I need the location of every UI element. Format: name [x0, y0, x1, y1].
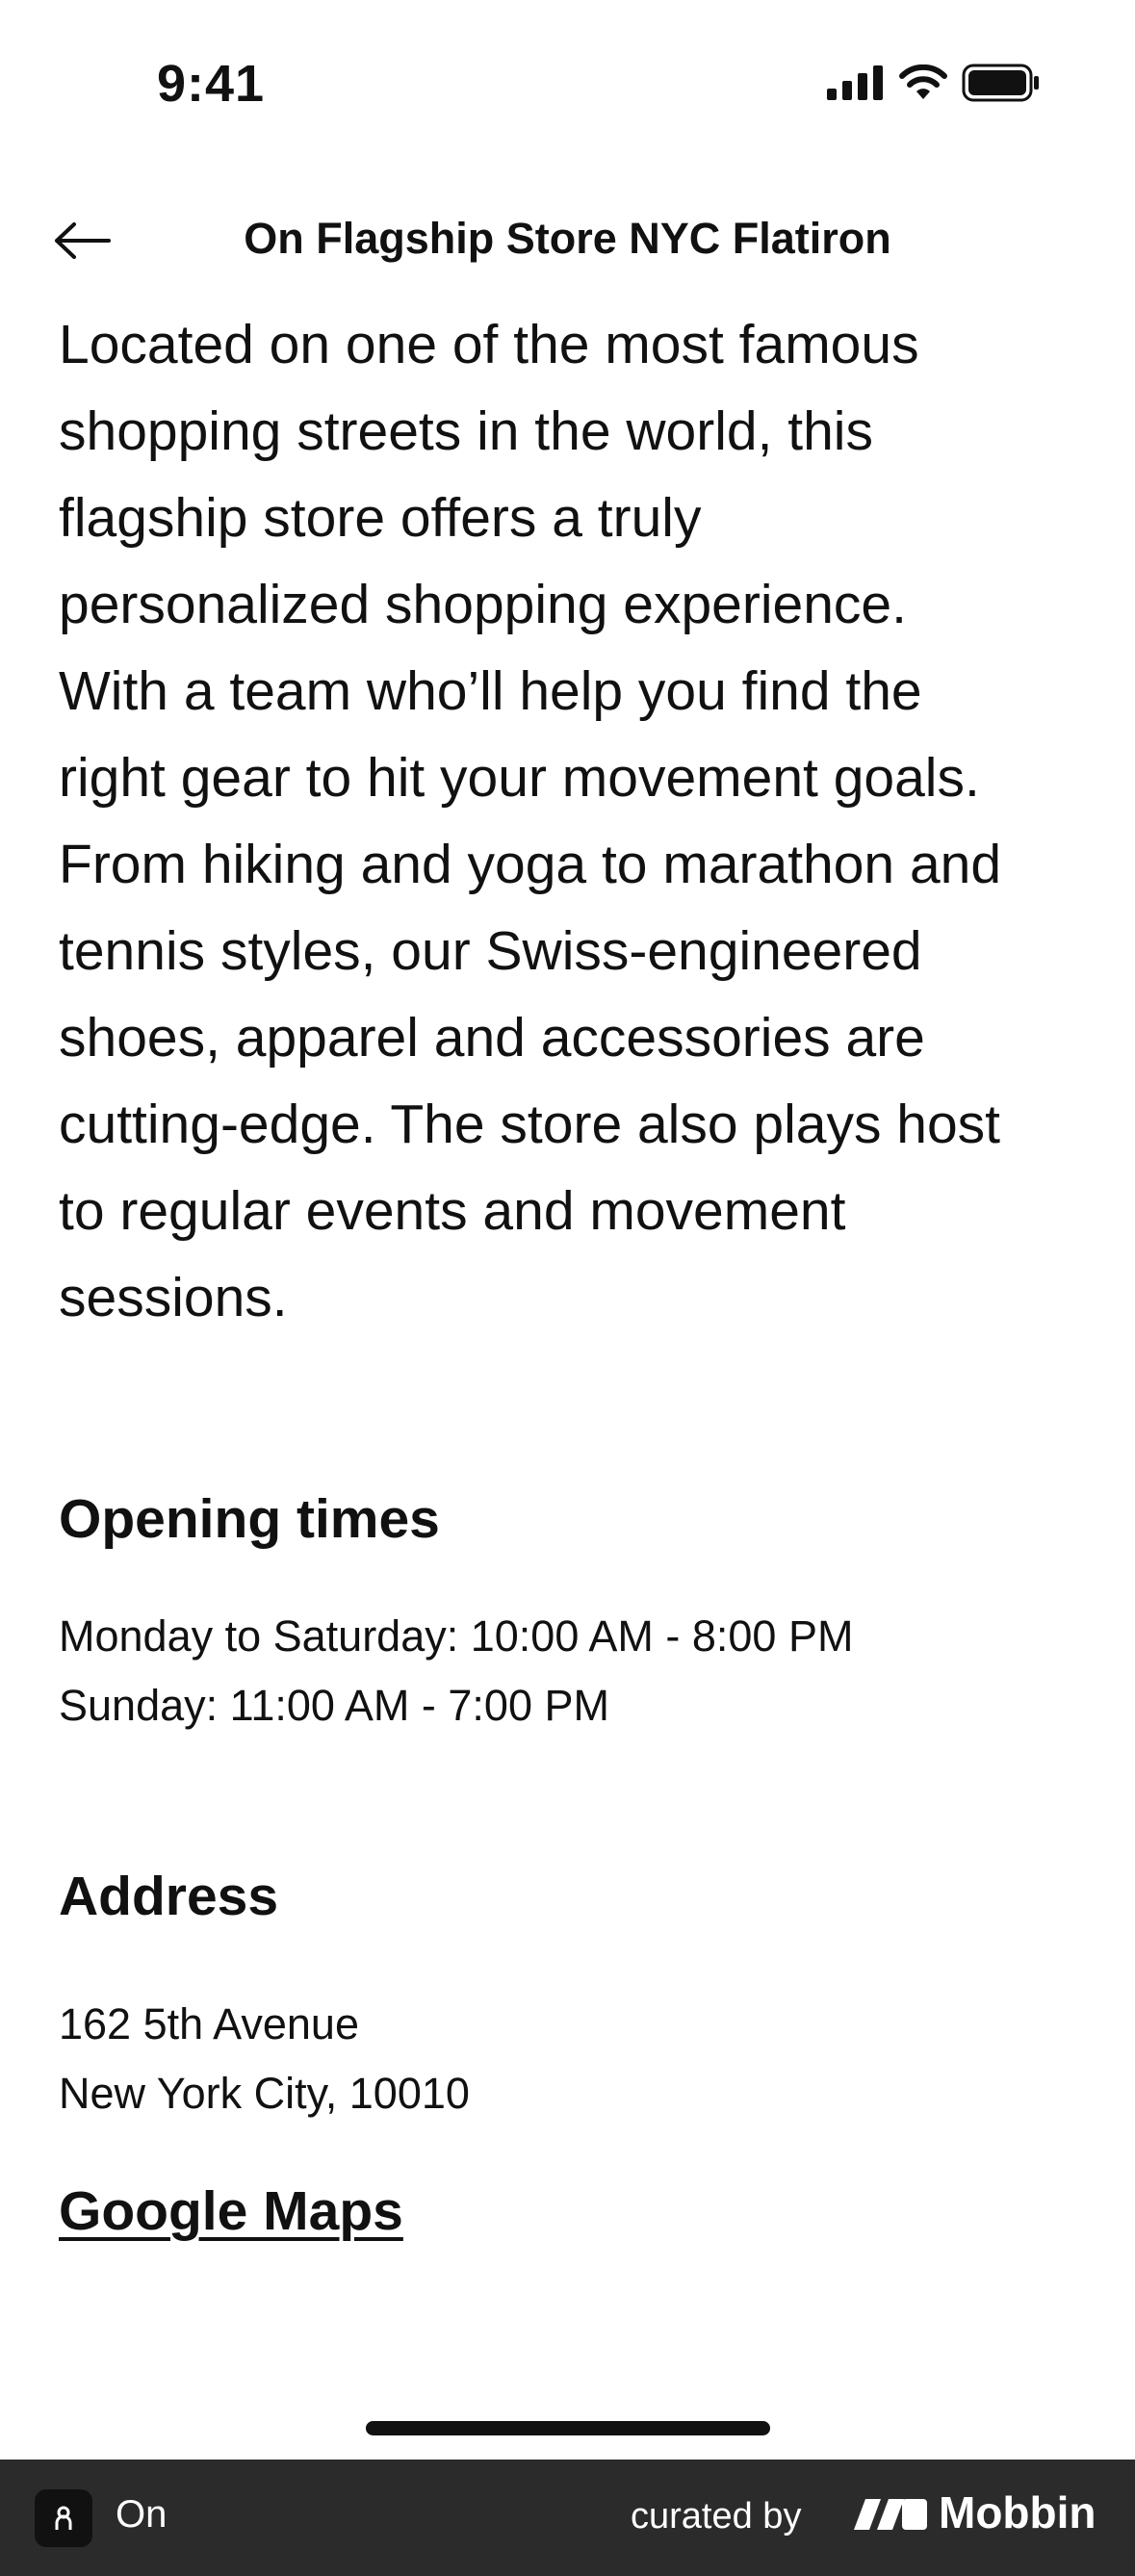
description-line: shopping streets in the world, this — [59, 400, 873, 462]
description-line: sessions. — [59, 1267, 288, 1328]
description-line: cutting-edge. The store also plays host — [59, 1094, 1001, 1155]
description-line: With a team who’ll help you find the — [59, 660, 922, 722]
signal-icon — [827, 65, 885, 100]
opening-times-heading: Opening times — [59, 1488, 440, 1550]
app-name: On — [116, 2493, 168, 2536]
description-line: tennis styles, our Swiss-engineered — [59, 920, 922, 982]
address-line: 162 5th Avenue — [59, 1999, 359, 2048]
description-line: Located on one of the most famous — [59, 314, 919, 375]
curated-by-label: curated by — [631, 2496, 802, 2537]
battery-icon — [962, 64, 1041, 102]
store-description: Located on one of the most famous shoppi… — [59, 301, 1076, 1341]
address-heading: Address — [59, 1866, 279, 1927]
on-app-icon — [35, 2489, 92, 2547]
description-line: shoes, apparel and accessories are — [59, 1007, 925, 1069]
top-nav: On Flagship Store NYC Flatiron — [0, 193, 1135, 289]
address-line: New York City, 10010 — [59, 2069, 470, 2118]
home-indicator — [366, 2421, 770, 2435]
description-line: right gear to hit your movement goals. — [59, 747, 980, 809]
address-block: 162 5th Avenue New York City, 10010 — [59, 1990, 470, 2128]
status-icons — [827, 64, 1041, 102]
opening-times-list: Monday to Saturday: 10:00 AM - 8:00 PM S… — [59, 1602, 853, 1740]
opening-time-line: Sunday: 11:00 AM - 7:00 PM — [59, 1681, 609, 1730]
footer-bar: On curated by Mobbin — [0, 2460, 1135, 2576]
description-line: From hiking and yoga to marathon and — [59, 834, 1002, 895]
description-line: flagship store offers a truly — [59, 487, 702, 549]
brand-name: Mobbin — [939, 2487, 1096, 2537]
wifi-icon — [898, 64, 948, 101]
status-bar: 9:41 — [0, 0, 1135, 164]
mobbin-brand: Mobbin — [852, 2486, 1096, 2538]
description-text: Located on one of the most famous shoppi… — [59, 301, 1076, 1341]
opening-time-line: Monday to Saturday: 10:00 AM - 8:00 PM — [59, 1611, 854, 1661]
status-time: 9:41 — [157, 55, 266, 113]
description-line: personalized shopping experience. — [59, 574, 907, 635]
description-line: to regular events and movement — [59, 1180, 846, 1242]
page-title: On Flagship Store NYC Flatiron — [244, 214, 891, 263]
google-maps-link[interactable]: Google Maps — [59, 2179, 403, 2243]
mobbin-logo-icon — [854, 2499, 927, 2530]
